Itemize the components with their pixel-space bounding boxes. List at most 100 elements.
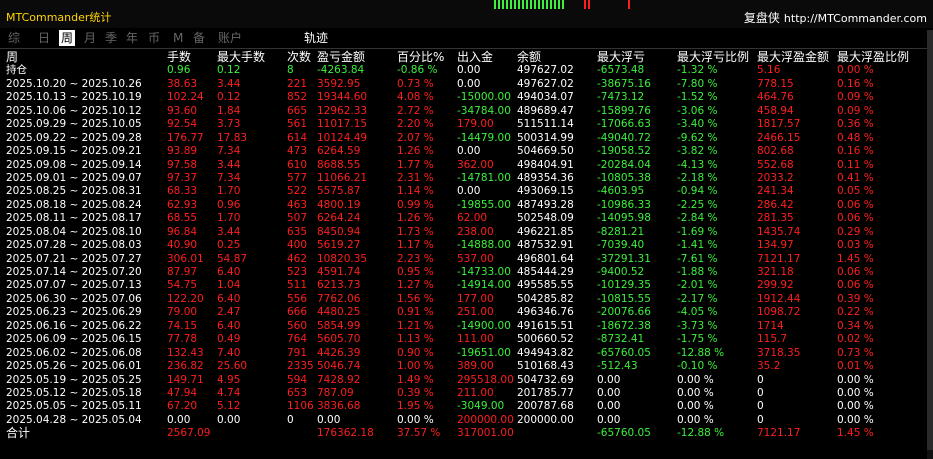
scrollbar-thumb[interactable]: [927, 30, 933, 450]
cell-count: 665: [287, 104, 308, 117]
cell-balance: 498404.91: [517, 158, 574, 171]
cell-max-float-loss: -17066.63: [597, 118, 651, 131]
tab-note[interactable]: 备: [193, 30, 205, 46]
brand[interactable]: 复盘侠 http://MTCommander.com: [744, 9, 927, 26]
cell-balance: 504732.69: [517, 373, 574, 386]
tab-summary[interactable]: 综: [8, 30, 20, 46]
cell-max-lots: 3.73: [217, 118, 241, 131]
cell-max-float-loss-pct: -2.84 %: [677, 212, 718, 225]
cell-count: 8: [287, 64, 294, 77]
cell-max-float-profit-pct: 0.09 %: [837, 91, 874, 104]
cell-balance: 504669.50: [517, 145, 574, 158]
cell-max-lots: 1.04: [217, 279, 241, 292]
table-row[interactable]: 2025.10.13 ~ 2025.10.19 102.24 0.12 852 1934…: [0, 91, 933, 104]
table-row[interactable]: 2025.09.15 ~ 2025.09.21 93.89 7.34 473 6264.…: [0, 145, 933, 158]
cell-count: 556: [287, 292, 308, 305]
table-row[interactable]: 2025.06.09 ~ 2025.06.15 77.78 0.49 764 5605.…: [0, 333, 933, 346]
cell-max-lots: 3.44: [217, 158, 241, 171]
table-row[interactable]: 2025.07.07 ~ 2025.07.13 54.75 1.04 511 6213.…: [0, 279, 933, 292]
cell-max-lots: 0.96: [217, 198, 241, 211]
cell-max-float-loss-pct: -7.61 %: [677, 252, 718, 265]
cell-max-float-profit: 7121.17: [757, 252, 801, 265]
cell-max-float-loss: -15899.76: [597, 104, 651, 117]
cell-max-float-profit-pct: 0.16 %: [837, 77, 874, 90]
tab-day[interactable]: 日: [38, 30, 50, 46]
total-percent: 37.57 %: [397, 427, 441, 440]
cell-percent: 1.14 %: [397, 185, 434, 198]
header-max-float-loss[interactable]: 最大浮亏: [597, 50, 645, 64]
cell-lots: 0.00: [167, 413, 191, 426]
header-percent[interactable]: 百分比%: [397, 50, 444, 64]
table-row[interactable]: 2025.10.06 ~ 2025.10.12 93.60 1.84 665 12962…: [0, 105, 933, 118]
cell-balance: 200787.68: [517, 400, 574, 413]
cell-week: 2025.07.07 ~ 2025.07.13: [6, 279, 142, 292]
brand-url[interactable]: http://MTCommander.com: [784, 12, 927, 25]
cell-count: 764: [287, 333, 308, 346]
cell-deposit: 177.00: [457, 292, 494, 305]
tab-account[interactable]: 账户: [218, 30, 242, 46]
table-row[interactable]: 2025.05.05 ~ 2025.05.11 67.20 5.12 1106 3836…: [0, 400, 933, 413]
header-max-lots[interactable]: 最大手数: [217, 50, 265, 64]
cell-week: 2025.08.18 ~ 2025.08.24: [6, 198, 142, 211]
header-lots[interactable]: 手数: [167, 50, 191, 64]
header-pnl[interactable]: 盈亏金额: [317, 50, 365, 64]
table-row[interactable]: 2025.06.23 ~ 2025.06.29 79.00 2.47 666 4480.…: [0, 306, 933, 319]
cell-max-lots: 4.95: [217, 373, 241, 386]
table-row[interactable]: 2025.08.04 ~ 2025.08.10 96.84 3.44 635 8450.…: [0, 226, 933, 239]
cell-deposit: 111.00: [457, 333, 494, 346]
table-row[interactable]: 2025.05.12 ~ 2025.05.18 47.94 4.74 653 787.0…: [0, 387, 933, 400]
cell-max-float-profit: 1435.74: [757, 225, 801, 238]
table-row[interactable]: 2025.09.01 ~ 2025.09.07 97.37 7.34 577 11066…: [0, 172, 933, 185]
table-row[interactable]: 2025.07.21 ~ 2025.07.27 306.01 54.87 462 108…: [0, 253, 933, 266]
header-max-float-profit-pct[interactable]: 最大浮盈比例: [837, 50, 909, 64]
cell-max-float-profit: 286.42: [757, 198, 794, 211]
header-count[interactable]: 次数: [287, 50, 311, 64]
table-row[interactable]: 2025.07.28 ~ 2025.08.03 40.90 0.25 400 5619.…: [0, 239, 933, 252]
tab-year[interactable]: 年: [126, 30, 138, 46]
table-row[interactable]: 2025.05.26 ~ 2025.06.01 236.82 25.60 2335 50…: [0, 360, 933, 373]
cell-max-lots: 7.40: [217, 346, 241, 359]
tab-track[interactable]: 轨迹: [304, 30, 328, 46]
tab-symbol[interactable]: 币: [148, 30, 160, 46]
cell-lots: 92.54: [167, 118, 198, 131]
cell-balance: 500314.99: [517, 131, 574, 144]
table-row[interactable]: 2025.07.14 ~ 2025.07.20 87.97 6.40 523 4591.…: [0, 266, 933, 279]
table-row[interactable]: 2025.08.18 ~ 2025.08.24 62.93 0.96 463 4800.…: [0, 199, 933, 212]
table-row[interactable]: 2025.09.29 ~ 2025.10.05 92.54 3.73 561 11017…: [0, 118, 933, 131]
header-max-float-loss-pct[interactable]: 最大浮亏比例: [677, 50, 749, 64]
position-row[interactable]: 持仓 0.96 0.12 8 -4263.84 -0.86 % 0.00 497627.02 -…: [0, 64, 933, 77]
cell-max-float-loss-pct: 0.00 %: [677, 373, 714, 386]
cell-count: 852: [287, 91, 308, 104]
cell-max-float-profit: 5.16: [757, 64, 781, 77]
header-deposit[interactable]: 出入金: [457, 50, 493, 64]
table-row[interactable]: 2025.09.22 ~ 2025.09.28 176.77 17.83 614 101…: [0, 132, 933, 145]
cell-balance: 497627.02: [517, 77, 574, 90]
cell-count: 561: [287, 118, 308, 131]
header-balance[interactable]: 余额: [517, 50, 541, 64]
table-row[interactable]: 2025.04.28 ~ 2025.05.04 0.00 0.00 0 0.00 0.00…: [0, 414, 933, 427]
cell-percent: -0.86 %: [397, 64, 438, 77]
table-row[interactable]: 2025.09.08 ~ 2025.09.14 97.58 3.44 610 8688.…: [0, 159, 933, 172]
table-row[interactable]: 2025.08.25 ~ 2025.08.31 68.33 1.70 522 5575.…: [0, 185, 933, 198]
cell-max-float-profit-pct: 0.09 %: [837, 104, 874, 117]
tab-magic[interactable]: M: [173, 30, 183, 46]
cell-week: 持仓: [6, 64, 27, 77]
cell-max-float-loss-pct: -7.80 %: [677, 77, 718, 90]
header-max-float-profit[interactable]: 最大浮盈金额: [757, 50, 829, 64]
table-row[interactable]: 2025.06.16 ~ 2025.06.22 74.15 6.40 560 5854.…: [0, 320, 933, 333]
tab-quarter[interactable]: 季: [105, 30, 117, 46]
cell-max-lots: 2.47: [217, 306, 241, 319]
cell-percent: 1.00 %: [397, 360, 434, 373]
cell-max-float-profit-pct: 0.01 %: [837, 360, 874, 373]
cell-week: 2025.06.16 ~ 2025.06.22: [6, 319, 142, 332]
header-week[interactable]: 周: [6, 50, 18, 64]
table-row[interactable]: 2025.05.19 ~ 2025.05.25 149.71 4.95 594 7428…: [0, 374, 933, 387]
tab-month[interactable]: 月: [84, 30, 96, 46]
cell-max-float-profit-pct: 0.00 %: [837, 373, 874, 386]
table-row[interactable]: 2025.10.20 ~ 2025.10.26 38.63 3.44 221 3592.…: [0, 78, 933, 91]
table-row[interactable]: 2025.06.30 ~ 2025.07.06 122.20 6.40 556 7762…: [0, 293, 933, 306]
cell-deposit: 362.00: [457, 158, 494, 171]
table-row[interactable]: 2025.08.11 ~ 2025.08.17 68.55 1.70 507 6264.…: [0, 212, 933, 225]
tab-week[interactable]: 周: [59, 30, 76, 46]
table-row[interactable]: 2025.06.02 ~ 2025.06.08 132.43 7.40 791 4426…: [0, 347, 933, 360]
